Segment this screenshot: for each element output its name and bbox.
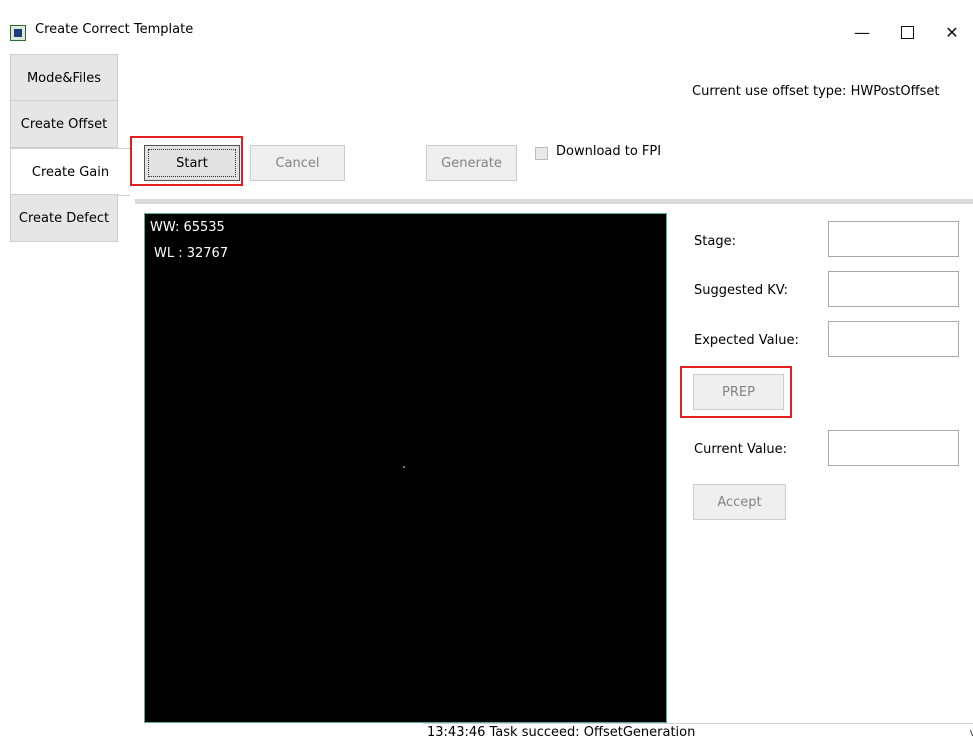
start-button[interactable]: Start — [144, 145, 240, 181]
title-bar: Create Correct Template — ✕ — [0, 12, 973, 52]
status-bar: 13:43:46 Task succeed: OffsetGeneration … — [423, 723, 973, 740]
maximize-button[interactable] — [887, 16, 927, 48]
scroll-down-icon[interactable]: v — [969, 724, 973, 740]
accept-button[interactable]: Accept — [693, 484, 786, 520]
tab-label: Create Offset — [20, 116, 108, 132]
tab-mode-files[interactable]: Mode&Files — [10, 54, 118, 102]
current-value-field[interactable] — [828, 430, 959, 466]
window-title: Create Correct Template — [35, 22, 194, 37]
expected-value-field[interactable] — [828, 321, 959, 357]
tab-label: Create Gain — [31, 164, 110, 180]
stage-field[interactable] — [828, 221, 959, 257]
tab-label: Mode&Files — [26, 70, 102, 86]
splitter[interactable] — [135, 199, 973, 204]
offset-type-label: Current use offset type: HWPostOffset — [692, 84, 940, 99]
tab-create-defect[interactable]: Create Defect — [10, 194, 118, 242]
maximize-icon — [900, 25, 914, 39]
minimize-icon: — — [854, 22, 870, 42]
app-icon — [10, 25, 26, 41]
suggested-kv-field[interactable] — [828, 271, 959, 307]
create-gain-panel: Current use offset type: HWPostOffset St… — [130, 52, 973, 740]
download-checkbox[interactable] — [535, 147, 548, 160]
tab-create-gain[interactable]: Create Gain — [10, 148, 130, 196]
close-icon: ✕ — [945, 22, 959, 42]
stage-label: Stage: — [694, 234, 736, 249]
sidebar-tabs: Mode&Files Create Offset Create Gain Cre… — [0, 52, 130, 740]
suggested-kv-label: Suggested KV: — [694, 283, 788, 298]
tab-label: Create Defect — [18, 210, 110, 226]
close-button[interactable]: ✕ — [932, 16, 972, 48]
download-label: Download to FPI — [556, 144, 662, 159]
minimize-button[interactable]: — — [842, 16, 882, 48]
current-value-label: Current Value: — [694, 442, 788, 457]
cancel-button[interactable]: Cancel — [250, 145, 345, 181]
image-viewer[interactable]: WW: 65535 WL : 32767 — [144, 213, 667, 723]
generate-button[interactable]: Generate — [426, 145, 517, 181]
prep-button[interactable]: PREP — [693, 374, 784, 410]
center-marker — [403, 466, 405, 468]
window-width-readout: WW: 65535 — [150, 220, 225, 235]
status-message: 13:43:46 Task succeed: OffsetGeneration — [427, 725, 696, 740]
window-level-readout: WL : 32767 — [154, 246, 229, 261]
expected-value-label: Expected Value: — [694, 333, 799, 348]
tab-create-offset[interactable]: Create Offset — [10, 100, 118, 148]
